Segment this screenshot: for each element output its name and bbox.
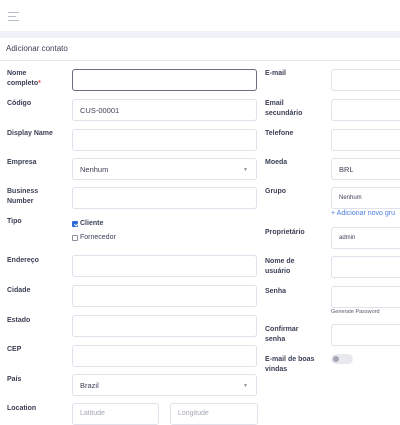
username-input[interactable] <box>331 256 400 278</box>
display-name-label: Display Name <box>7 130 53 137</box>
email-input[interactable] <box>331 69 400 91</box>
code-input[interactable]: CUS-00001 <box>72 99 257 121</box>
chevron-down-icon: ▼ <box>243 167 248 173</box>
full-name-input[interactable] <box>72 69 257 91</box>
confirm-password-input[interactable] <box>331 324 400 346</box>
email2-label: Email secundário <box>265 100 303 117</box>
currency-select[interactable]: BRL <box>331 158 400 180</box>
city-label: Cidade <box>7 287 31 294</box>
header-band <box>0 31 400 38</box>
password-label: Senha <box>265 288 287 295</box>
phone-label: Telefone <box>265 130 294 137</box>
address-label: Endereço <box>7 257 39 264</box>
currency-label: Moeda <box>265 159 288 166</box>
latitude-input[interactable]: Latitude <box>72 403 159 425</box>
zip-input[interactable] <box>72 345 257 367</box>
password-input[interactable] <box>331 286 400 308</box>
business-number-label: Business Number <box>7 188 39 205</box>
state-label: Estado <box>7 317 31 324</box>
owner-select[interactable]: admin <box>331 227 400 249</box>
checkbox-checked-icon <box>72 220 78 227</box>
group-select[interactable]: Nenhum <box>331 187 400 209</box>
location-label: Location <box>7 405 37 412</box>
zip-label: CEP <box>7 346 22 353</box>
country-select[interactable]: Brazil ▼ <box>72 374 257 396</box>
group-label: Grupo <box>265 188 286 195</box>
checkbox-empty-icon <box>72 234 78 241</box>
username-label: Nome de usuário <box>265 258 295 275</box>
business-number-input[interactable] <box>72 187 257 209</box>
type-label: Tipo <box>7 218 22 225</box>
add-group-link[interactable]: + Adicionar novo gru <box>331 210 395 217</box>
type-supplier-checkbox[interactable]: Fornecedor <box>72 234 116 241</box>
city-input[interactable] <box>72 285 257 307</box>
chevron-down-icon: ▼ <box>243 383 248 389</box>
owner-label: Proprietário <box>265 229 305 236</box>
email2-input[interactable] <box>331 99 400 121</box>
menu-icon[interactable] <box>8 12 19 24</box>
type-customer-checkbox[interactable]: Cliente <box>72 220 103 227</box>
toggle-knob <box>333 356 339 362</box>
welcome-email-toggle[interactable] <box>331 354 353 364</box>
display-name-input[interactable] <box>72 129 257 151</box>
generate-password-link[interactable]: Generate Password <box>331 309 380 315</box>
company-select[interactable]: Nenhum ▼ <box>72 158 257 180</box>
code-label: Código <box>7 100 32 107</box>
country-label: País <box>7 376 22 383</box>
phone-input[interactable] <box>331 129 400 151</box>
full-name-label: Nome completo* <box>7 70 41 87</box>
welcome-email-label: E-mail de boas vindas <box>265 356 315 373</box>
email-label: E-mail <box>265 70 287 77</box>
confirm-password-label: Confirmar senha <box>265 326 299 343</box>
top-bar <box>0 0 400 31</box>
company-label: Empresa <box>7 159 37 166</box>
form-header: Adicionar contato <box>0 38 400 61</box>
state-input[interactable] <box>72 315 257 337</box>
address-input[interactable] <box>72 255 257 277</box>
longitude-input[interactable]: Longitude <box>170 403 258 425</box>
page-title: Adicionar contato <box>6 44 68 53</box>
